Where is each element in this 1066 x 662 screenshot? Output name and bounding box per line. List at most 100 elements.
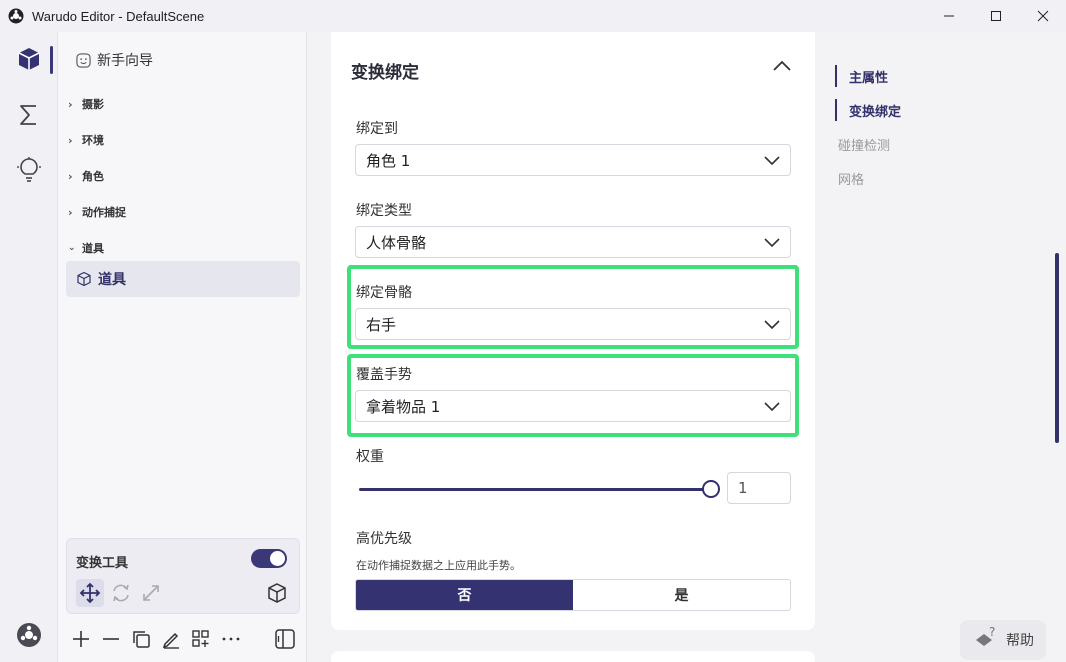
toc-mesh[interactable]: 网格 (835, 167, 864, 189)
wizard-label: 新手向导 (97, 53, 153, 69)
app-logo-icon (8, 8, 24, 24)
lightbulb-icon (16, 157, 41, 182)
high-priority-segmented: 否 是 (355, 579, 791, 611)
section-title: 变换绑定 (351, 63, 419, 83)
bind-bone-value: 右手 (366, 315, 397, 334)
weight-label: 权重 (356, 449, 384, 465)
override-gesture-select[interactable]: 拿着物品 1 (355, 390, 791, 422)
grid-add-icon (192, 630, 209, 647)
tree-category-character[interactable]: › 角色 (68, 168, 104, 184)
window-title: Warudo Editor - DefaultScene (32, 8, 205, 24)
inspector-panel: 变换绑定 绑定到 角色 1 绑定类型 人体骨骼 绑定骨骼 右手 覆盖手势 拿着物… (307, 32, 830, 662)
tree-category-label: 道具 (82, 242, 104, 255)
toc-collision[interactable]: 碰撞检测 (835, 133, 890, 155)
sigma-icon (19, 105, 36, 125)
wizard-item[interactable]: 新手向导 (76, 50, 153, 70)
transform-binding-section: 变换绑定 绑定到 角色 1 绑定类型 人体骨骼 绑定骨骼 右手 覆盖手势 拿着物… (331, 32, 815, 630)
settings-logo-icon (16, 623, 41, 647)
tree-item-label: 道具 (98, 272, 126, 288)
maximize-button[interactable] (973, 0, 1019, 32)
svg-text:?: ? (989, 626, 995, 639)
duplicate-button[interactable] (128, 626, 154, 652)
rail-blueprints-button[interactable] (0, 90, 57, 140)
minus-icon (103, 638, 119, 640)
tree-item-prop-selected[interactable]: 道具 (66, 261, 300, 297)
bind-type-value: 人体骨骼 (366, 233, 427, 252)
high-priority-label: 高优先级 (356, 531, 412, 547)
rail-plugins-button[interactable] (0, 145, 57, 195)
bind-type-label: 绑定类型 (356, 203, 412, 219)
title-bar: Warudo Editor - DefaultScene (0, 0, 1066, 32)
chevron-down-icon (764, 402, 780, 412)
help-label: 帮助 (1006, 633, 1034, 649)
toc-main-properties[interactable]: 主属性 (835, 65, 888, 87)
collapse-section-button[interactable] (771, 58, 793, 76)
tree-category-label: 摄影 (82, 98, 104, 111)
transform-tool-panel: 变换工具 (66, 538, 300, 614)
copy-icon (133, 631, 150, 648)
chevron-down-icon (764, 320, 780, 330)
bind-bone-label: 绑定骨骼 (356, 285, 412, 301)
tree-category-photography[interactable]: › 摄影 (68, 96, 104, 112)
bind-to-select[interactable]: 角色 1 (355, 144, 791, 176)
tree-category-label: 动作捕捉 (82, 206, 126, 219)
remove-button[interactable] (98, 626, 124, 652)
tree-category-props[interactable]: ⌄ 道具 (68, 240, 104, 256)
chevron-down-icon (764, 238, 780, 248)
override-gesture-label: 覆盖手势 (356, 367, 412, 383)
cube-icon (18, 48, 39, 70)
override-gesture-value: 拿着物品 1 (366, 397, 441, 416)
help-button[interactable]: ? 帮助 (960, 620, 1046, 660)
next-section-card (331, 651, 815, 662)
tree-bottom-toolbar (66, 624, 300, 654)
smiley-icon (76, 52, 91, 68)
chevron-right-icon: › (68, 205, 73, 219)
bind-type-select[interactable]: 人体骨骼 (355, 226, 791, 258)
more-dots-icon (222, 637, 240, 641)
move-tool-button[interactable] (76, 579, 104, 607)
option-no[interactable]: 否 (356, 580, 573, 610)
scale-icon (143, 585, 159, 601)
help-book-icon: ? (976, 626, 995, 646)
bind-bone-select[interactable]: 右手 (355, 308, 791, 340)
weight-slider-track[interactable] (359, 488, 711, 491)
weight-input[interactable]: 1 (727, 472, 791, 504)
scale-tool-button[interactable] (137, 579, 165, 607)
transform-tool-title: 变换工具 (76, 556, 129, 571)
section-navigator: 主属性 变换绑定 碰撞检测 网格 (830, 32, 1055, 662)
minimize-icon (944, 15, 954, 17)
sidebar-panel-icon (275, 629, 295, 649)
toggle-panel-button[interactable] (272, 626, 298, 652)
move-arrows-icon (79, 582, 101, 604)
transform-tool-toggle[interactable] (251, 549, 287, 568)
weight-slider-handle[interactable] (702, 480, 720, 498)
tree-category-mocap[interactable]: › 动作捕捉 (68, 204, 126, 220)
close-button[interactable] (1020, 0, 1066, 32)
chevron-down-icon (764, 156, 780, 166)
cube-outline-icon (268, 583, 286, 603)
pencil-icon (162, 632, 179, 649)
chevron-up-icon (773, 60, 791, 71)
rotate-tool-button[interactable] (107, 579, 135, 607)
inspector-scrollbar[interactable] (1055, 253, 1059, 443)
close-icon (1037, 10, 1049, 22)
chevron-right-icon: › (68, 133, 73, 147)
add-button[interactable] (68, 626, 94, 652)
more-button[interactable] (218, 626, 244, 652)
option-yes[interactable]: 是 (573, 580, 790, 610)
local-space-button[interactable] (263, 579, 291, 607)
toc-transform-binding[interactable]: 变换绑定 (835, 99, 901, 121)
tree-category-label: 环境 (82, 134, 104, 147)
bind-to-label: 绑定到 (356, 121, 398, 137)
minimize-button[interactable] (926, 0, 972, 32)
tree-category-environment[interactable]: › 环境 (68, 132, 104, 148)
scene-tree-panel: 新手向导 › 摄影 › 环境 › 角色 › 动作捕捉 ⌄ 道具 道具 变换工具 (57, 32, 307, 662)
rail-active-indicator (50, 46, 53, 74)
weight-value: 1 (738, 479, 748, 497)
rail-settings-button[interactable] (0, 610, 57, 660)
rail-assets-button[interactable] (0, 34, 57, 84)
add-group-button[interactable] (188, 626, 214, 652)
rename-button[interactable] (158, 626, 184, 652)
toggle-knob (270, 551, 285, 566)
left-rail (0, 32, 57, 662)
